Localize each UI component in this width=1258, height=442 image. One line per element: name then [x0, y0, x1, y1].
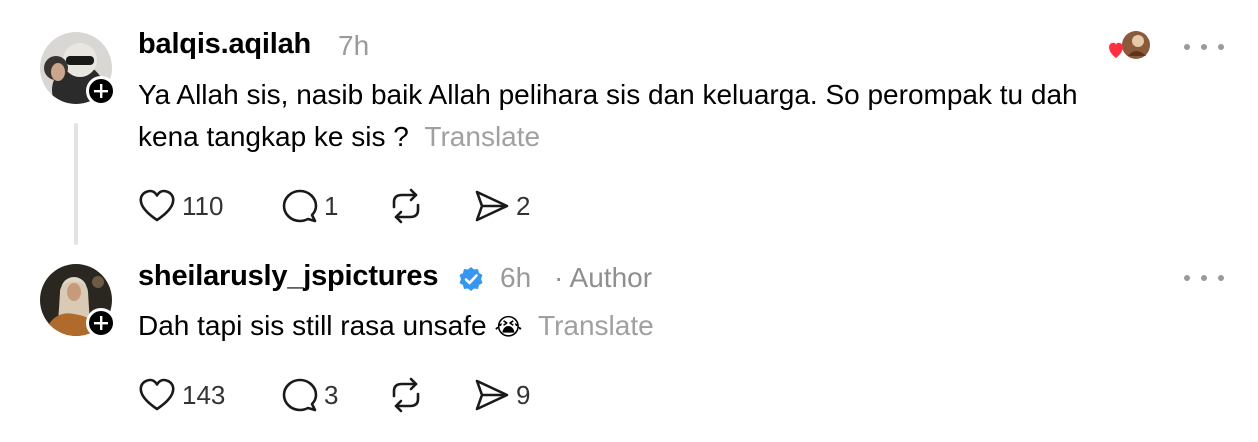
heart-icon [139, 189, 175, 222]
share-button[interactable]: 2 [474, 186, 530, 226]
follow-button[interactable] [86, 308, 116, 338]
post-text-line-1: Ya Allah sis, nasib baik Allah pelihara … [138, 79, 1078, 110]
avatar-wrap [40, 32, 116, 106]
plus-icon [94, 316, 108, 330]
repost-button[interactable] [388, 375, 424, 415]
timestamp: 6h [500, 262, 532, 293]
more-dots-icon [1184, 44, 1190, 50]
reply-button[interactable]: 1 [282, 186, 338, 226]
like-button[interactable]: 143 [138, 375, 225, 415]
liked-by-author-indicator [1106, 30, 1154, 62]
send-arrow-icon [475, 190, 509, 222]
like-count: 110 [182, 190, 224, 221]
like-count: 143 [182, 379, 226, 410]
speech-bubble-icon [282, 378, 318, 412]
post-text: Ya Allah sis, nasib baik Allah pelihara … [138, 74, 1198, 158]
reply-count: 1 [324, 190, 339, 221]
follow-button[interactable] [86, 76, 116, 106]
timestamp: 7h [338, 30, 370, 61]
repost-arrows-icon [392, 377, 420, 413]
translate-link[interactable]: Translate [538, 310, 654, 341]
plus-icon [94, 84, 108, 98]
translate-link[interactable]: Translate [424, 121, 540, 152]
reply-button[interactable]: 3 [282, 375, 338, 415]
emoji: 😭 [494, 313, 523, 341]
repost-arrows-icon [392, 188, 420, 224]
speech-bubble-icon [282, 189, 318, 223]
more-dots-icon [1184, 275, 1190, 281]
heart-icon [1109, 42, 1123, 58]
username[interactable]: sheilarusly_jspictures [138, 260, 438, 293]
author-tag: · Author [554, 262, 653, 293]
send-arrow-icon [475, 379, 509, 411]
reply-count: 3 [324, 379, 339, 410]
repost-button[interactable] [388, 186, 424, 226]
post-text: Dah tapi sis still rasa unsafe 😭 Transla… [138, 310, 654, 341]
verified-badge-icon [459, 267, 483, 291]
avatar-wrap [40, 264, 116, 338]
like-button[interactable]: 110 [138, 186, 223, 226]
more-options-button[interactable] [1184, 37, 1224, 57]
share-count: 2 [516, 190, 531, 221]
username[interactable]: balqis.aqilah [138, 28, 311, 61]
post-text-line-2: kena tangkap ke sis ? Translate [138, 121, 541, 152]
share-button[interactable]: 9 [474, 375, 530, 415]
more-options-button[interactable] [1184, 268, 1224, 288]
thread-line [74, 123, 78, 245]
heart-icon [139, 378, 175, 411]
share-count: 9 [516, 379, 531, 410]
